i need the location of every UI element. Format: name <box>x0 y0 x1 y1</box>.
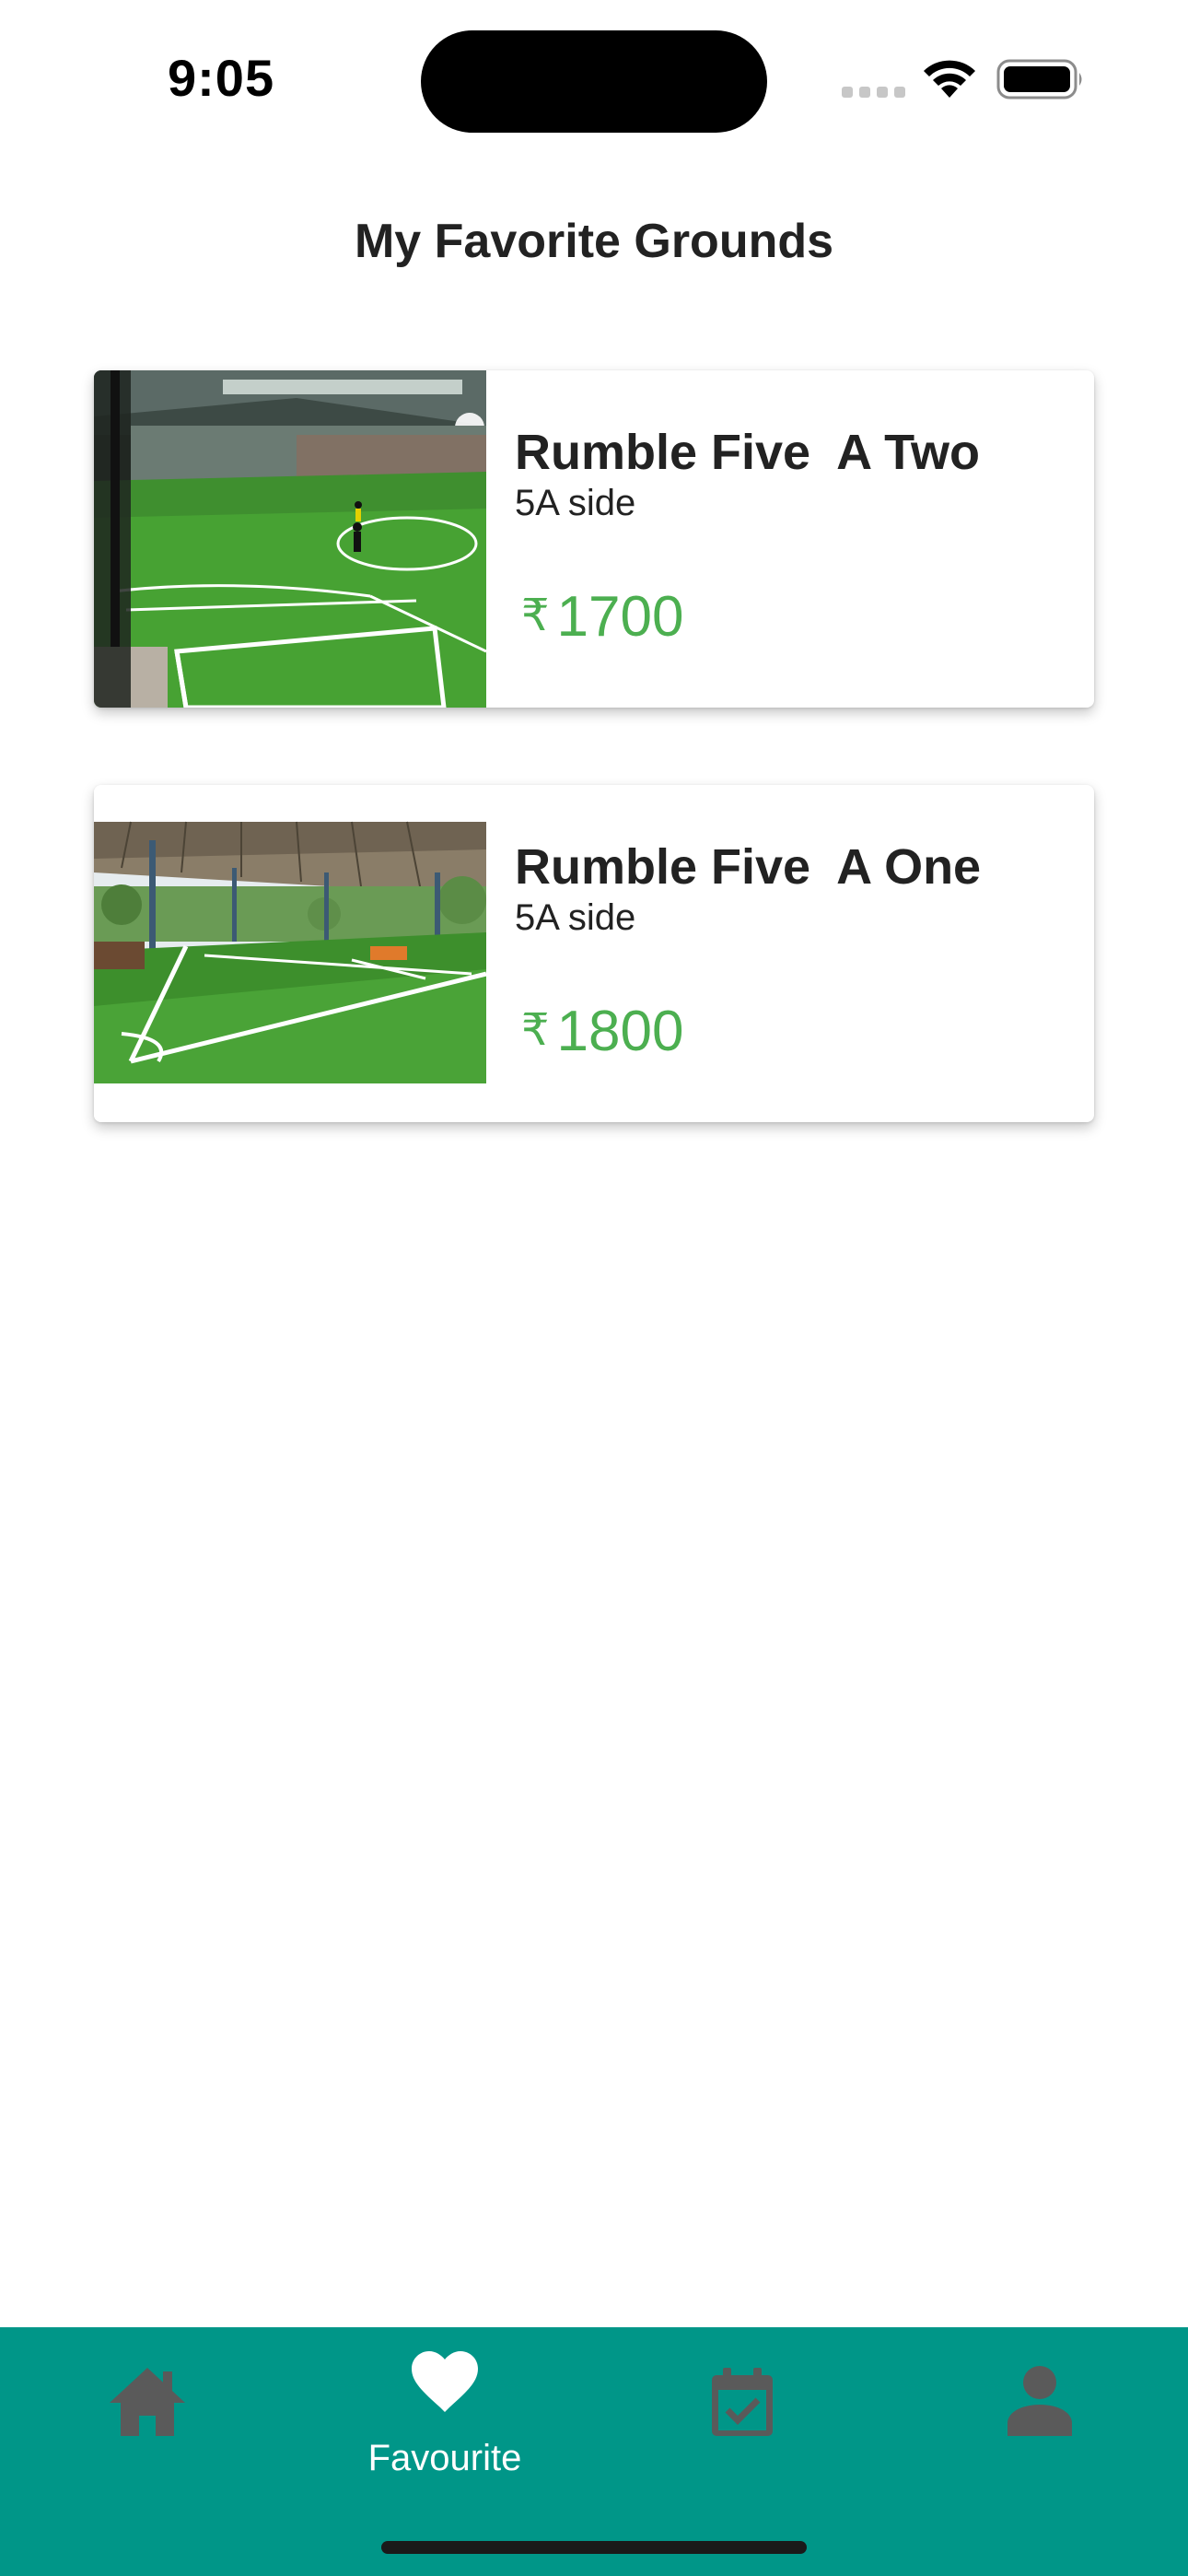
ground-name: Rumble Five A One <box>515 839 982 895</box>
home-icon <box>110 2368 185 2436</box>
ground-price: ₹1700 <box>521 584 683 650</box>
ground-image <box>94 370 486 708</box>
price-value: 1700 <box>556 585 684 649</box>
ground-card[interactable]: Rumble Five A Two 5A side ₹1700 <box>94 370 1094 708</box>
page-title: My Favorite Grounds <box>354 215 834 268</box>
ground-type: 5A side <box>515 483 636 523</box>
person-icon <box>1007 2366 1072 2436</box>
nav-item-profile[interactable] <box>929 2327 1150 2512</box>
nav-item-favourite[interactable]: Favourite <box>334 2327 555 2512</box>
home-indicator <box>381 2541 807 2554</box>
price-value: 1800 <box>556 1000 684 1063</box>
ground-image <box>94 785 486 1122</box>
status-bar: 9:05 <box>0 0 1188 157</box>
bottom-nav: Favourite <box>0 2327 1188 2576</box>
heart-icon <box>412 2351 478 2412</box>
ground-type: 5A side <box>515 897 636 938</box>
wifi-icon <box>924 60 975 98</box>
nav-item-home[interactable] <box>37 2327 258 2512</box>
favorites-screen: 9:05 My Favorite Grounds Rumble Five A T… <box>0 0 1188 2576</box>
rupee-icon: ₹ <box>521 1006 550 1055</box>
status-time: 9:05 <box>168 49 275 107</box>
dynamic-island <box>421 30 767 133</box>
ground-name: Rumble Five A Two <box>515 425 981 480</box>
rupee-icon: ₹ <box>521 591 550 640</box>
cellular-signal-icon <box>842 87 905 98</box>
nav-label-favourite: Favourite <box>367 2438 522 2478</box>
nav-item-bookings[interactable] <box>632 2327 853 2512</box>
ground-price: ₹1800 <box>521 999 683 1064</box>
favorite-grounds-list: Rumble Five A Two 5A side ₹1700 Rumble F… <box>94 370 1094 1200</box>
calendar-check-icon <box>712 2368 773 2436</box>
ground-card[interactable]: Rumble Five A One 5A side ₹1800 <box>94 785 1094 1122</box>
battery-icon <box>996 59 1082 100</box>
